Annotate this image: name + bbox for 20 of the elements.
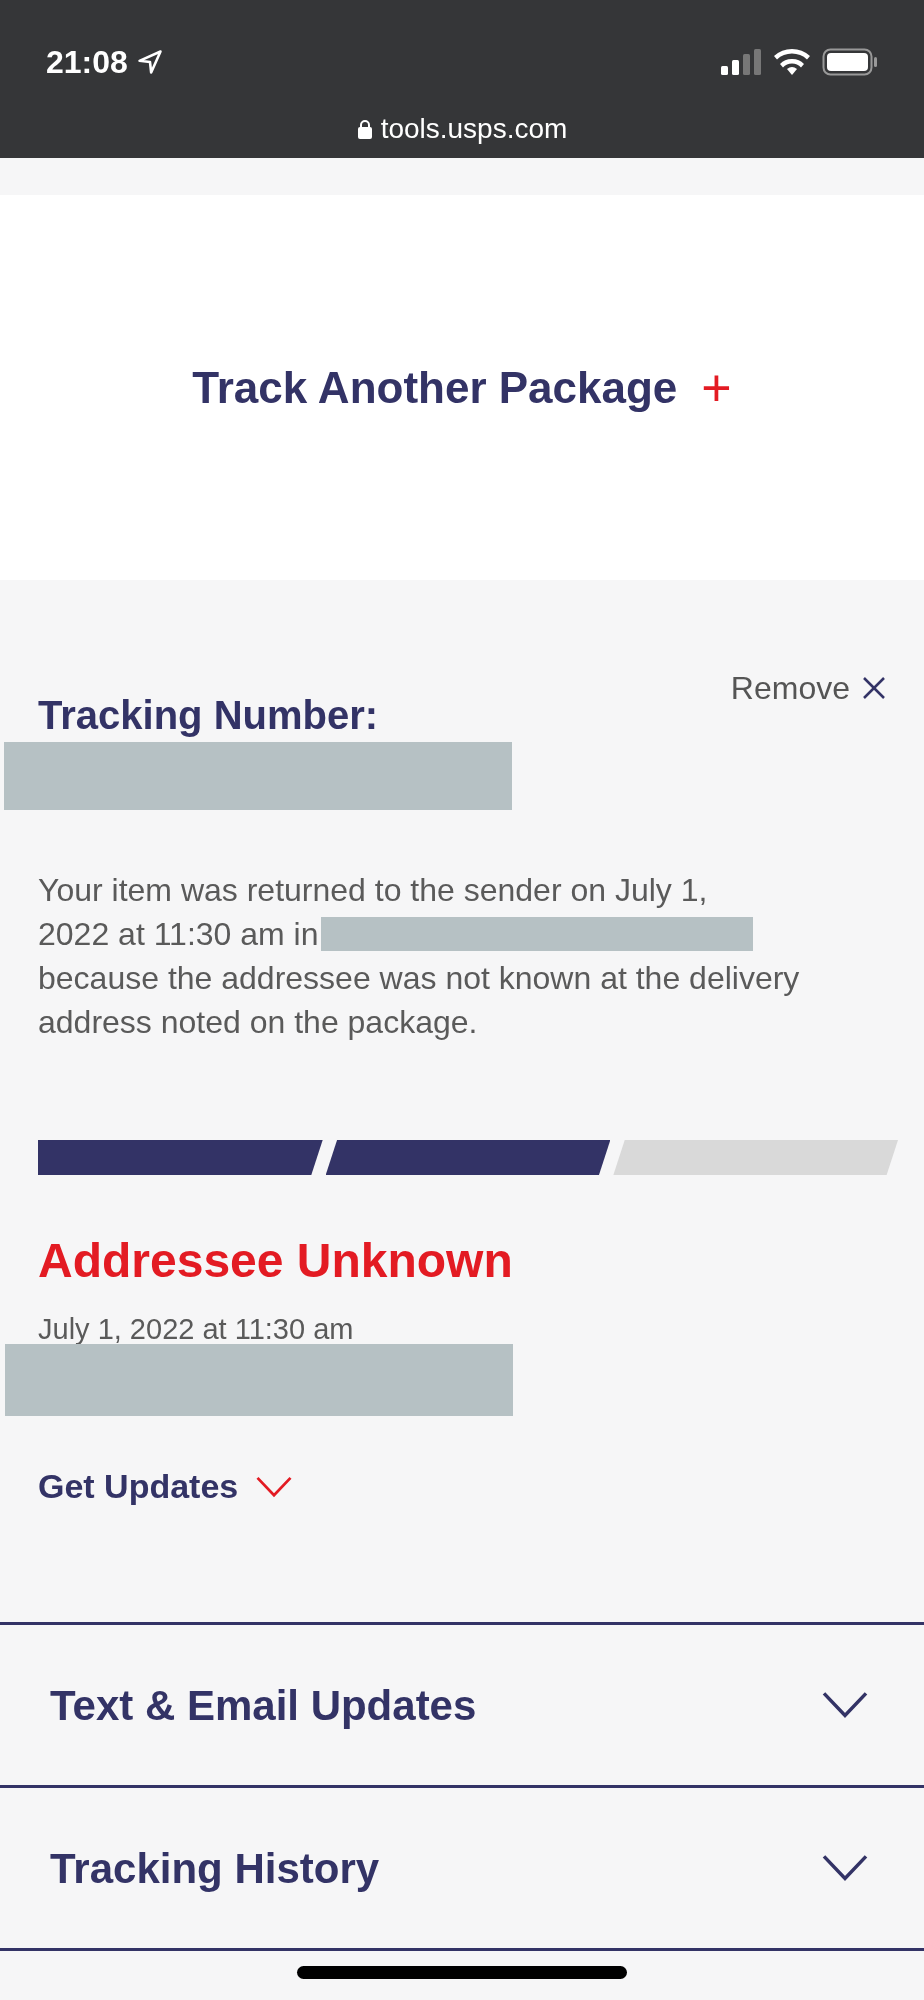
status-message: Your item was returned to the sender on July 1, bbox=[38, 871, 708, 910]
plus-icon: + bbox=[701, 361, 732, 414]
section-title: Tracking Number: bbox=[38, 692, 379, 739]
get-updates-button[interactable]: Get Updates bbox=[38, 1461, 295, 1512]
battery-icon bbox=[822, 48, 878, 76]
delivery-status: Addressee Unknown bbox=[37, 1233, 514, 1289]
accordion-header[interactable]: Tracking History bbox=[0, 1788, 924, 1951]
lock-icon bbox=[356, 119, 373, 139]
wifi-icon bbox=[774, 49, 810, 75]
signal-icon bbox=[720, 49, 762, 75]
page-url[interactable]: tools.usps.com bbox=[380, 108, 568, 150]
track-another-button[interactable]: Track Another Package + bbox=[192, 354, 732, 421]
remove-button[interactable]: Remove bbox=[730, 664, 886, 712]
status-date: July 1, 2022 at 11:30 am bbox=[37, 1315, 355, 1344]
status-message: 2022 at 11:30 am in bbox=[38, 915, 319, 954]
accordion-header[interactable]: Text & Email Updates bbox=[0, 1625, 924, 1788]
close-icon bbox=[862, 676, 886, 700]
status-message: because the addressee was not known at the delivery address noted on the package. bbox=[38, 959, 801, 1042]
clock-time: 21:08 bbox=[46, 43, 128, 82]
location-arrow-icon bbox=[135, 48, 164, 76]
